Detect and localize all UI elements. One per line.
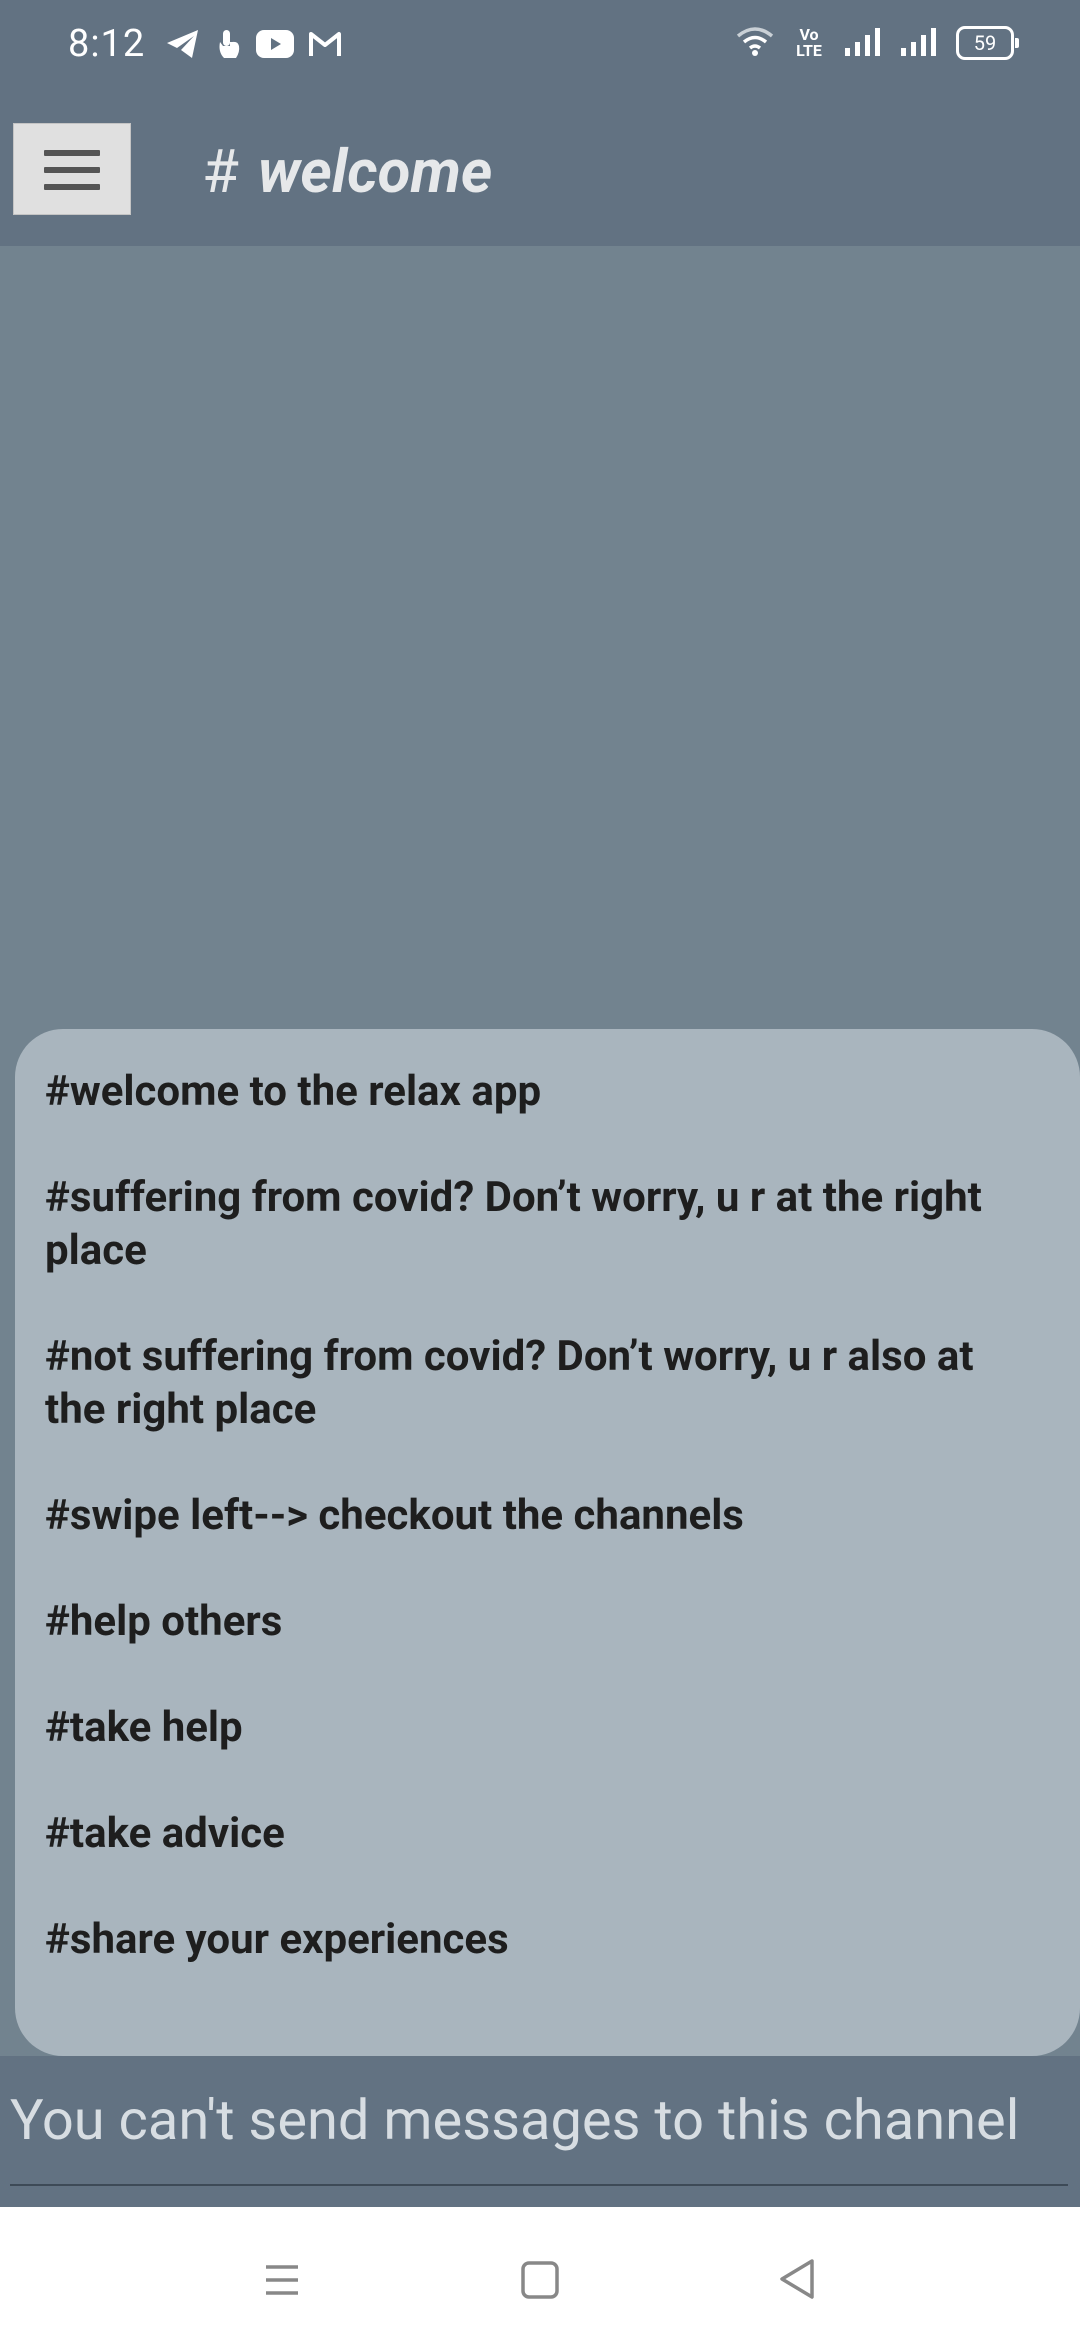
volte-icon: Vo LTE: [796, 25, 822, 60]
signal-icon-sim1: [844, 26, 882, 60]
recents-icon[interactable]: [252, 2249, 312, 2309]
notification-icons: [166, 28, 342, 64]
message-area[interactable]: #welcome to the relax app #suffering fro…: [0, 246, 1080, 2056]
message-input[interactable]: [10, 2056, 1068, 2186]
wifi-icon: [736, 26, 774, 60]
channel-name: welcome: [257, 136, 493, 207]
hamburger-icon-bar: [44, 184, 100, 190]
menu-button[interactable]: [13, 123, 131, 215]
battery-level: 59: [973, 31, 997, 55]
message-line: #welcome to the relax app: [45, 1067, 542, 1116]
channel-title: # welcome: [202, 136, 492, 207]
message-line: #take help: [45, 1703, 243, 1752]
battery-icon: 59: [956, 26, 1019, 60]
channel-header: # welcome: [0, 96, 1080, 246]
message-line: #take advice: [45, 1809, 285, 1858]
signal-icon-sim2: [900, 26, 938, 60]
message-composer: [0, 2056, 1080, 2207]
system-icons: Vo LTE 59: [736, 25, 1019, 60]
message-line: #not suffering from covid? Don’t worry, …: [45, 1332, 974, 1434]
gmail-icon: [308, 30, 342, 62]
telegram-icon: [166, 29, 200, 63]
message-line: #help others: [45, 1597, 283, 1646]
touch-icon: [214, 28, 242, 64]
back-icon[interactable]: [768, 2249, 828, 2309]
message-line: #suffering from covid? Don’t worry, u r …: [45, 1173, 982, 1275]
hamburger-icon-bar: [44, 167, 100, 173]
hamburger-icon: [44, 150, 100, 156]
youtube-icon: [256, 30, 294, 62]
message-line: #swipe left--> checkout the channels: [45, 1491, 744, 1540]
hash-icon: #: [202, 136, 239, 207]
message-card: #welcome to the relax app #suffering fro…: [15, 1029, 1080, 2056]
status-time: 8:12: [68, 22, 146, 66]
system-nav-bar: [0, 2207, 1080, 2340]
status-bar: 8:12 Vo LTE 59: [0, 0, 1080, 96]
home-icon[interactable]: [510, 2249, 570, 2309]
message-line: #share your experiences: [45, 1915, 509, 1964]
